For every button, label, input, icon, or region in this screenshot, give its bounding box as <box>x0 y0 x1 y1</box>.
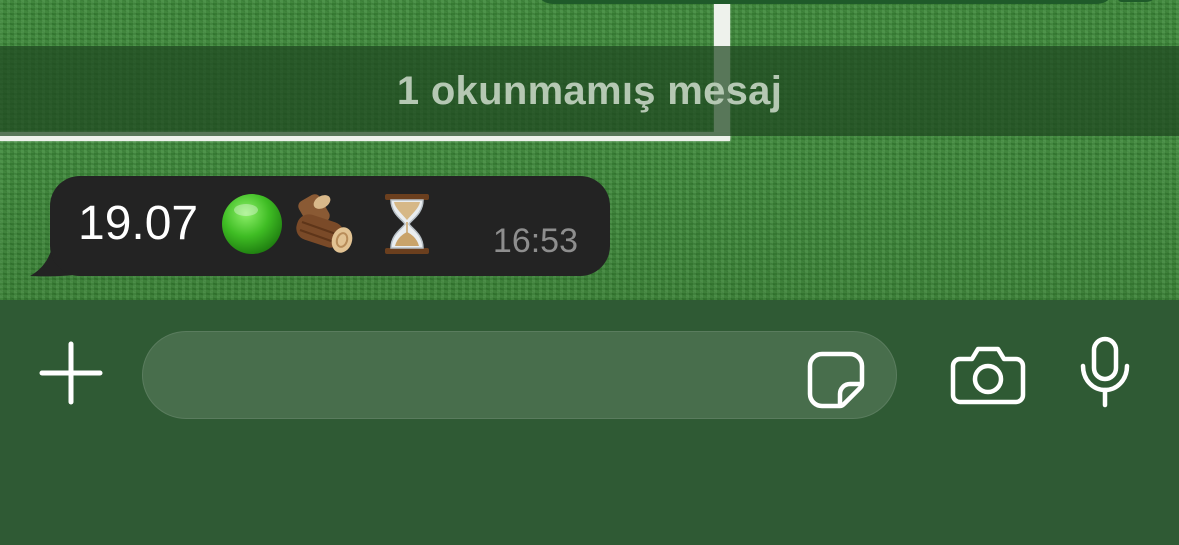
sticker-icon <box>807 351 865 409</box>
camera-button[interactable] <box>950 345 1026 405</box>
sticker-button[interactable] <box>806 350 866 410</box>
hourglass-icon <box>382 192 432 261</box>
unread-messages-label: 1 okunmamış mesaj <box>396 68 783 113</box>
microphone-icon <box>1080 336 1130 408</box>
previous-message-bubble[interactable] <box>535 0 1115 4</box>
wood-log-icon <box>292 192 356 261</box>
message-timestamp: 16:53 <box>492 222 578 260</box>
incoming-message-bubble[interactable]: 19.07 16:53 <box>50 176 610 276</box>
unread-messages-banner: 1 okunmamış mesaj <box>0 46 1179 136</box>
voice-message-button[interactable] <box>1078 336 1132 408</box>
message-input[interactable] <box>173 332 793 418</box>
message-text: 19.07 <box>78 197 199 250</box>
green-circle-icon <box>220 192 284 261</box>
previous-message-tail <box>1118 0 1158 2</box>
message-composer-bar <box>0 300 1179 545</box>
attach-plus-button[interactable] <box>38 340 104 406</box>
message-emojis <box>220 192 440 261</box>
plus-icon <box>39 341 103 405</box>
message-input-container[interactable] <box>142 331 897 419</box>
camera-icon <box>950 346 1026 405</box>
